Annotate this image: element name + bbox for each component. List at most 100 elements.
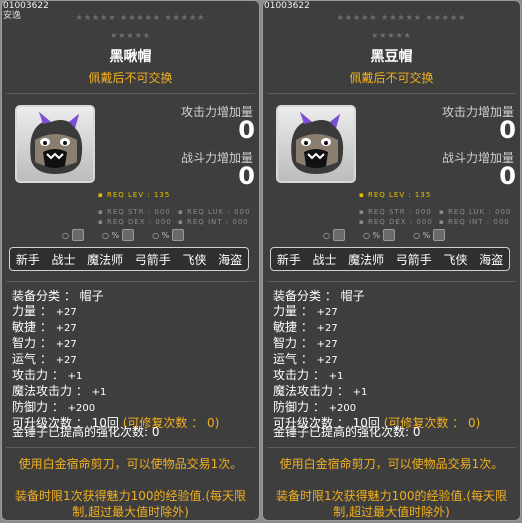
slot-value: ○: [323, 230, 330, 240]
star-force-row-top: ★★★★★ ★★★★★ ★★★★★: [336, 13, 467, 22]
potential-icon: [122, 229, 135, 241]
platinum-scissors-note: 使用白金宿命剪刀，可以使物品交易1次。: [279, 457, 504, 471]
star-force-row-bottom: ★★★★★: [110, 31, 151, 40]
stat-label: 装备分类 ：: [273, 289, 337, 303]
stat-category: 装备分类 ： 帽子: [273, 289, 480, 304]
stat-value: 帽子: [340, 289, 365, 303]
slot: ○ %: [413, 229, 446, 241]
class-requirements: 新手 战士 魔法师 弓箭手 飞侠 海盗: [9, 247, 249, 271]
slot-value: ○ %: [152, 230, 170, 240]
power-increase-value: 0: [499, 162, 516, 190]
enhancement-slots: ○ ○ % ○ %: [323, 229, 446, 241]
star-force-row-bottom: ★★★★★: [371, 31, 412, 40]
stat-label: 敏捷 ：: [273, 320, 313, 334]
slot-value: ○: [62, 230, 69, 240]
class-label: 海盗: [479, 252, 504, 267]
stat-value: +27: [316, 323, 338, 334]
divider: [6, 281, 255, 282]
stat-dex: 敏捷 ： +27: [12, 320, 219, 336]
req-luk: ▪ REQ LUK : 000: [178, 208, 251, 216]
stat-label: 攻击力 ：: [273, 368, 325, 382]
stat-value: +27: [55, 307, 77, 318]
potential-icon: [383, 229, 396, 241]
item-name: 黑豆帽: [370, 49, 413, 65]
stat-value: +27: [316, 355, 338, 366]
stat-label: 运气 ：: [12, 352, 52, 366]
enhancement-slots: ○ ○ % ○ %: [62, 229, 185, 241]
trade-restriction-note: 佩戴后不可交换: [88, 71, 173, 85]
stat-matk: 魔法攻击力 ： +1: [273, 384, 480, 400]
stat-label: 力量 ：: [12, 304, 52, 318]
item-tooltip-panel: 01003622 ★★★★★ ★★★★★ ★★★★★ ★★★★★ 黑豆帽 佩戴后…: [262, 0, 521, 521]
stat-label: 装备分类 ：: [12, 289, 76, 303]
scroll-icon: [332, 229, 345, 241]
stat-value: +27: [55, 355, 77, 366]
stat-label: 智力 ：: [12, 336, 52, 350]
req-int: ▪ REQ INT : 000: [439, 218, 510, 226]
slot: ○: [62, 229, 84, 241]
stat-value: +27: [316, 339, 338, 350]
slot: ○ %: [101, 229, 135, 241]
stat-value: +1: [91, 387, 107, 398]
stat-def: 防御力 ： +200: [12, 400, 219, 416]
stat-value: +27: [55, 323, 77, 334]
stat-category: 装备分类 ： 帽子: [12, 289, 219, 304]
req-dex: ▪ REQ DEX : 000: [359, 218, 433, 226]
stat-str: 力量 ： +27: [12, 304, 219, 320]
stat-int: 智力 ： +27: [12, 336, 219, 352]
stat-label: 智力 ：: [273, 336, 313, 350]
item-stats: 装备分类 ： 帽子 力量 ： +27 敏捷 ： +27 智力 ： +27 运气 …: [273, 289, 480, 431]
class-label: 新手: [15, 252, 40, 267]
class-label: 海盗: [218, 252, 243, 267]
slot-value: ○ %: [101, 230, 120, 240]
black-hat-monster-icon: [30, 112, 83, 174]
slot-value: ○ %: [413, 230, 431, 240]
item-id: 01003622: [264, 1, 310, 11]
star-force-row-top: ★★★★★ ★★★★★ ★★★★★: [75, 13, 206, 22]
slot: ○ %: [363, 229, 396, 241]
stat-label: 防御力 ：: [273, 400, 325, 414]
class-label: 弓箭手: [395, 252, 432, 267]
stat-def: 防御力 ： +200: [273, 400, 480, 416]
power-increase-value: 0: [238, 162, 255, 190]
slot: ○: [323, 229, 345, 241]
platinum-scissors-note: 使用白金宿命剪刀，可以使物品交易1次。: [18, 457, 243, 471]
class-label: 飞侠: [443, 252, 468, 267]
black-hat-monster-icon: [291, 112, 344, 174]
stat-value: 帽子: [79, 289, 104, 303]
stat-label: 魔法攻击力 ：: [273, 384, 349, 398]
charm-exp-note: 装备时限1次获得魅力100的经验值.(每天限制,超过最大值时除外): [275, 489, 508, 519]
required-level: ▪ REQ LEV : 135: [359, 191, 432, 199]
item-icon-frame: [276, 105, 356, 183]
stat-label: 运气 ：: [273, 352, 313, 366]
stat-value: +200: [67, 403, 96, 414]
divider: [6, 447, 255, 448]
trade-restriction-note: 佩戴后不可交换: [349, 71, 434, 85]
required-stats: ▪ REQ STR : 000 ▪ REQ LUK : 000 ▪ REQ DEX…: [98, 207, 258, 227]
class-requirements: 新手 战士 魔法师 弓箭手 飞侠 海盗: [270, 247, 510, 271]
attack-increase-value: 0: [238, 116, 255, 144]
charm-exp-note: 装备时限1次获得魅力100的经验值.(每天限制,超过最大值时除外): [14, 489, 247, 519]
stat-label: 力量 ：: [273, 304, 313, 318]
item-stats: 装备分类 ： 帽子 力量 ： +27 敏捷 ： +27 智力 ： +27 运气 …: [12, 289, 219, 431]
armor-icon: [433, 229, 446, 241]
slot: ○ %: [152, 229, 185, 241]
item-name: 黑啾帽: [109, 49, 152, 65]
stat-value: +27: [316, 307, 338, 318]
stat-label: 攻击力 ：: [12, 368, 64, 382]
item-icon-frame: [15, 105, 95, 183]
stat-luk: 运气 ： +27: [12, 352, 219, 368]
golden-hammer-count: 金锤子已提高的强化次数: 0: [12, 425, 160, 439]
req-str: ▪ REQ STR : 000: [359, 208, 432, 216]
class-label: 弓箭手: [134, 252, 171, 267]
divider: [267, 281, 516, 282]
class-label: 战士: [51, 252, 76, 267]
scroll-icon: [71, 229, 84, 241]
stat-dex: 敏捷 ： +27: [273, 320, 480, 336]
attack-increase-value: 0: [499, 116, 516, 144]
stat-label: 防御力 ：: [12, 400, 64, 414]
req-int: ▪ REQ INT : 000: [178, 218, 249, 226]
class-label: 魔法师: [87, 252, 124, 267]
armor-icon: [172, 229, 185, 241]
stat-atk: 攻击力 ： +1: [12, 368, 219, 384]
